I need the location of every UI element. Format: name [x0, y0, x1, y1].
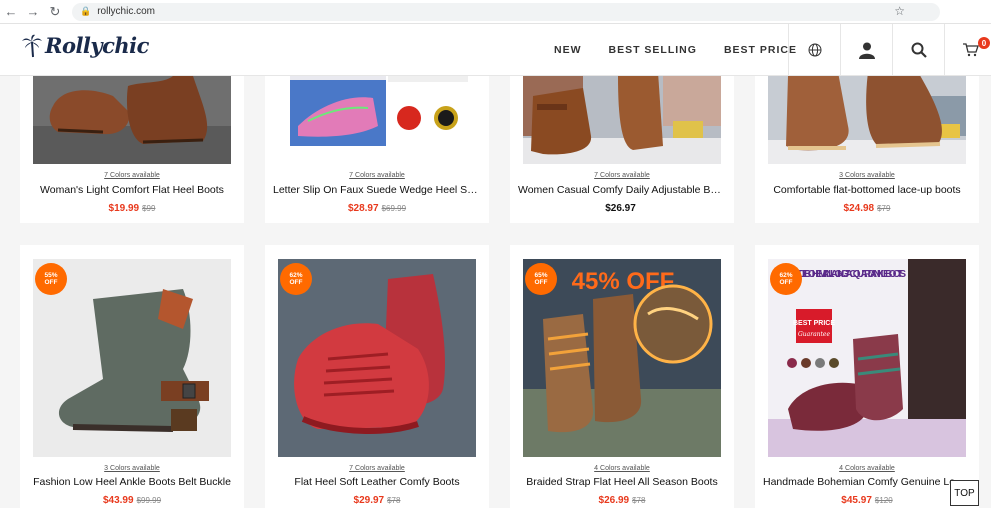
- product-price: $43.99 $99.99: [20, 495, 244, 506]
- header-icons: 0: [788, 24, 991, 76]
- colors-available-link[interactable]: 7 Colors available: [265, 172, 489, 179]
- cart-count-badge: 0: [978, 37, 990, 49]
- discount-badge: 62% OFF: [282, 265, 310, 293]
- original-price: $78: [632, 496, 646, 505]
- sale-price: $19.99: [108, 203, 140, 214]
- main-nav: NEW BEST SELLING BEST PRICE: [554, 24, 824, 76]
- product-image[interactable]: 45% OFF 65% OFF: [523, 259, 721, 457]
- product-price: $26.99 $78: [510, 495, 734, 506]
- product-price: $26.97: [510, 203, 734, 214]
- product-image[interactable]: [33, 76, 231, 164]
- product-image[interactable]: [523, 76, 721, 164]
- product-price: $29.97 $78: [265, 495, 489, 506]
- back-arrow-icon[interactable]: ←: [0, 0, 22, 24]
- product-card[interactable]: 7 Colors available Woman's Light Comfort…: [20, 76, 244, 223]
- product-price: $19.99 $99: [20, 203, 244, 214]
- site-header: Rollychic NEW BEST SELLING BEST PRICE 0: [0, 24, 991, 76]
- logo-text: Rollychic: [45, 33, 149, 58]
- product-price: $28.97 $69.99: [265, 203, 489, 214]
- sale-price: $26.97: [605, 203, 636, 214]
- nav-best-price[interactable]: BEST PRICE: [724, 44, 797, 56]
- colors-available-link[interactable]: 3 Colors available: [755, 172, 979, 179]
- original-price: $99.99: [136, 496, 162, 505]
- nav-new[interactable]: NEW: [554, 44, 582, 56]
- product-card[interactable]: 7 Colors available Women Casual Comfy Da…: [510, 76, 734, 223]
- sale-price: $26.99: [598, 495, 630, 506]
- user-icon[interactable]: [840, 24, 892, 76]
- discount-badge: 65% OFF: [527, 265, 555, 293]
- lock-icon: 🔒: [80, 6, 92, 16]
- sale-price: $24.98: [843, 203, 875, 214]
- original-price: $79: [877, 204, 891, 213]
- bookmark-star-icon[interactable]: ☆: [894, 4, 905, 18]
- product-card[interactable]: 7 Colors available Letter Slip On Faux S…: [265, 76, 489, 223]
- product-price: $24.98 $79: [755, 203, 979, 214]
- palm-tree-icon: [22, 34, 42, 57]
- product-name[interactable]: Flat Heel Soft Leather Comfy Boots: [273, 476, 481, 488]
- sale-price: $29.97: [353, 495, 385, 506]
- colors-available-link[interactable]: 4 Colors available: [755, 465, 979, 472]
- product-name[interactable]: Handmade Bohemian Comfy Genuine Leather …: [763, 476, 971, 488]
- address-bar[interactable]: 🔒 rollychic.com: [72, 2, 940, 21]
- product-name[interactable]: Letter Slip On Faux Suede Wedge Heel Sne…: [273, 184, 481, 196]
- search-icon[interactable]: [892, 24, 944, 76]
- browser-toolbar: ← → ↻ 🔒 rollychic.com ☆: [0, 0, 991, 24]
- product-name[interactable]: Fashion Low Heel Ankle Boots Belt Buckle: [28, 476, 236, 488]
- original-price: $120: [874, 496, 893, 505]
- product-image[interactable]: HANDMADE BOHEMIAN LACING JACQUARD ANKLE …: [768, 259, 966, 457]
- product-grid: 7 Colors available Woman's Light Comfort…: [0, 76, 991, 508]
- product-card[interactable]: 45% OFF 65% OFF 4 Colors available Braide…: [510, 245, 734, 508]
- original-price: $99: [142, 204, 156, 213]
- colors-available-link[interactable]: 4 Colors available: [510, 465, 734, 472]
- cart-icon[interactable]: 0: [944, 24, 991, 76]
- colors-available-link[interactable]: 3 Colors available: [20, 465, 244, 472]
- discount-badge: 55% OFF: [37, 265, 65, 293]
- product-card[interactable]: HANDMADE BOHEMIAN LACING JACQUARD ANKLE …: [755, 245, 979, 508]
- product-image[interactable]: [768, 76, 966, 164]
- product-name[interactable]: Woman's Light Comfort Flat Heel Boots: [28, 184, 236, 196]
- discount-badge: 62% OFF: [772, 265, 800, 293]
- original-price: $69.99: [381, 204, 407, 213]
- sale-price: $45.97: [841, 495, 872, 506]
- product-name[interactable]: Braided Strap Flat Heel All Season Boots: [518, 476, 726, 488]
- product-image[interactable]: 55% OFF: [33, 259, 231, 457]
- sale-price: $43.99: [102, 495, 134, 506]
- colors-available-link[interactable]: 7 Colors available: [265, 465, 489, 472]
- colors-available-link[interactable]: 7 Colors available: [20, 172, 244, 179]
- original-price: $78: [387, 496, 401, 505]
- product-image[interactable]: 62% OFF: [278, 259, 476, 457]
- product-card[interactable]: 3 Colors available Comfortable flat-bott…: [755, 76, 979, 223]
- product-card[interactable]: 62% OFF 7 Colors available Flat Heel Soft…: [265, 245, 489, 508]
- product-card[interactable]: 55% OFF 3 Colors available Fashion Low He…: [20, 245, 244, 508]
- nav-best-selling[interactable]: BEST SELLING: [609, 44, 697, 56]
- sale-price: $28.97: [347, 203, 379, 214]
- url-text: rollychic.com: [97, 6, 156, 17]
- back-to-top-button[interactable]: TOP: [950, 480, 979, 506]
- svg-text:BEST PRICE: BEST PRICE: [793, 320, 835, 327]
- site-logo[interactable]: Rollychic: [22, 33, 149, 58]
- forward-arrow-icon[interactable]: →: [22, 0, 44, 24]
- colors-available-link[interactable]: 7 Colors available: [510, 172, 734, 179]
- svg-text:Guarantee: Guarantee: [798, 331, 831, 338]
- product-image[interactable]: [278, 76, 476, 164]
- product-name[interactable]: Comfortable flat-bottomed lace-up boots: [763, 184, 971, 196]
- reload-icon[interactable]: ↻: [44, 0, 66, 24]
- product-name[interactable]: Women Casual Comfy Daily Adjustable Boot…: [518, 184, 726, 196]
- globe-icon[interactable]: [788, 24, 840, 76]
- product-price: $45.97 $120: [755, 495, 979, 506]
